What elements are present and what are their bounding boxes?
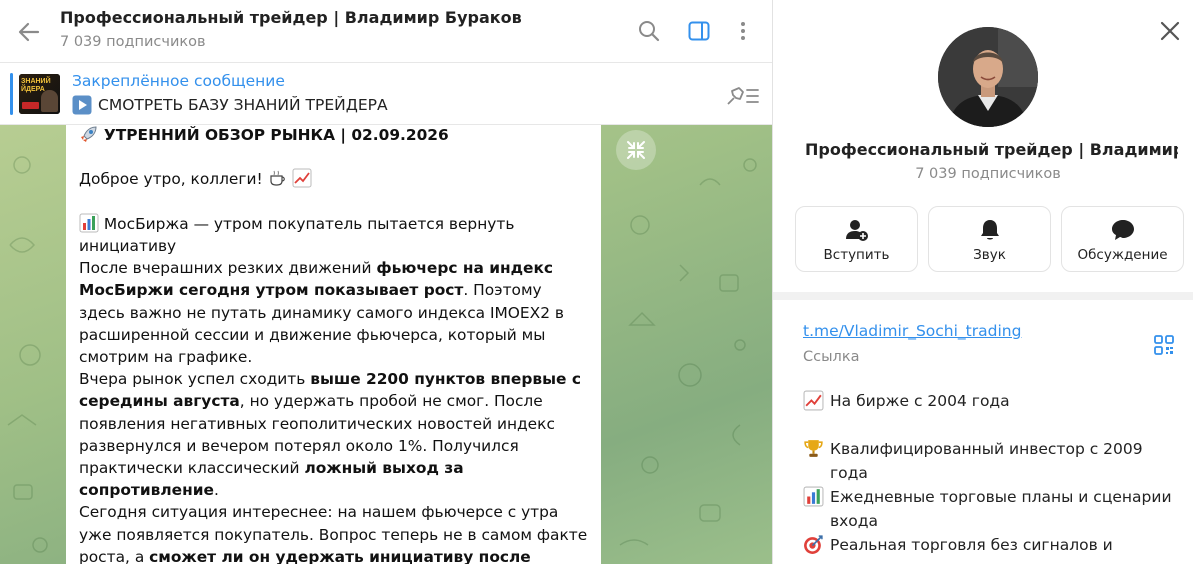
- pinned-message-bar[interactable]: ЗНАНИЙ ЙДЕРА Закреплённое сообщение СМОТ…: [0, 64, 772, 125]
- pin-indicator: [10, 73, 13, 115]
- back-button[interactable]: [14, 17, 44, 47]
- more-button[interactable]: [729, 17, 757, 45]
- desc-line-4: Реальная торговля без сигналов и угадыва…: [803, 533, 1183, 564]
- p2-a: После вчерашних резких движений: [79, 259, 377, 278]
- bar-chart-icon: [803, 486, 824, 507]
- close-button[interactable]: [1157, 18, 1183, 44]
- pinned-text-row: СМОТРЕТЬ БАЗУ ЗНАНИЙ ТРЕЙДЕРА: [72, 95, 388, 115]
- channel-link[interactable]: t.me/Vladimir_Sochi_trading: [803, 322, 1021, 340]
- qr-code-button[interactable]: [1153, 334, 1175, 356]
- search-button[interactable]: [635, 17, 663, 45]
- link-caption: Ссылка: [803, 349, 860, 365]
- desc-line-1: На бирже с 2004 года: [803, 389, 1183, 413]
- message-greeting: Доброе утро, коллеги!: [79, 170, 263, 189]
- trophy-icon: [804, 440, 823, 457]
- sound-button[interactable]: Звук: [928, 206, 1051, 272]
- chat-header: Профессиональный трейдер | Владимир Бура…: [0, 0, 772, 63]
- bell-icon: [980, 220, 999, 240]
- thumb-text-1: ЗНАНИЙ: [21, 78, 51, 85]
- p3-e: .: [213, 481, 219, 500]
- join-label: Вступить: [823, 247, 890, 263]
- avatar-photo: [938, 27, 1038, 127]
- add-user-icon: [845, 220, 868, 241]
- chat-title[interactable]: Профессиональный трейдер | Владимир Бура…: [60, 8, 522, 27]
- sound-label: Звук: [973, 247, 1006, 263]
- pinned-text: СМОТРЕТЬ БАЗУ ЗНАНИЙ ТРЕЙДЕРА: [98, 96, 388, 114]
- desc-line-3-text: Ежедневные торговые планы и сценарии вхо…: [830, 488, 1172, 530]
- message-p3: Вчера рынок успел сходить выше 2200 пунк…: [79, 368, 589, 501]
- channel-subscribers: 7 039 подписчиков: [915, 166, 1061, 182]
- desc-line-3: Ежедневные торговые планы и сценарии вхо…: [803, 485, 1183, 533]
- search-icon: [639, 21, 660, 42]
- desc-line-2-text: Квалифицированный инвестор с 2009 года: [830, 440, 1143, 482]
- close-icon: [1160, 21, 1180, 41]
- sidebar-toggle-icon: [688, 21, 710, 41]
- unpin-icon: [727, 87, 759, 105]
- rocket-icon: [81, 126, 97, 142]
- more-vert-icon: [741, 22, 745, 40]
- chart-up-icon: [803, 390, 824, 411]
- channel-info-panel: Профессиональный трейдер | Владимир Бура…: [772, 0, 1193, 564]
- message-bubble: УТРЕННИЙ ОБЗОР РЫНКА | 02.09.2026 Доброе…: [66, 125, 601, 564]
- discussion-button[interactable]: Обсуждение: [1061, 206, 1184, 272]
- back-arrow-icon: [18, 22, 40, 42]
- pinned-label: Закреплённое сообщение: [72, 72, 285, 90]
- sidebar-toggle-button[interactable]: [685, 17, 713, 45]
- bar-chart-icon: [79, 213, 99, 233]
- channel-name: Профессиональный трейдер | Владимир Бура…: [805, 140, 1178, 159]
- info-details: t.me/Vladimir_Sochi_trading Ссылка На би…: [773, 292, 1193, 564]
- chart-up-icon: [292, 168, 312, 188]
- qr-code-icon: [1154, 335, 1174, 355]
- chat-panel: Профессиональный трейдер | Владимир Бура…: [0, 0, 772, 564]
- channel-avatar[interactable]: [938, 27, 1038, 127]
- coffee-icon: [269, 171, 285, 186]
- message-p1-text: МосБиржа — утром покупатель пытается вер…: [79, 214, 515, 255]
- join-button[interactable]: Вступить: [795, 206, 918, 272]
- chat-wallpaper: УТРЕННИЙ ОБЗОР РЫНКА | 02.09.2026 Доброе…: [0, 125, 772, 564]
- unpin-button[interactable]: [724, 84, 760, 108]
- target-icon: [804, 535, 823, 554]
- collapse-icon: [627, 141, 645, 159]
- p3-a: Вчера рынок успел сходить: [79, 370, 311, 389]
- discussion-label: Обсуждение: [1077, 247, 1168, 263]
- desc-line-2: Квалифицированный инвестор с 2009 года: [803, 437, 1183, 485]
- chat-bubble-icon: [1111, 220, 1134, 240]
- info-header: Профессиональный трейдер | Владимир Бура…: [773, 0, 1193, 292]
- desc-line-4-text: Реальная торговля без сигналов и угадыва…: [830, 536, 1113, 564]
- message-title-row: УТРЕННИЙ ОБЗОР РЫНКА | 02.09.2026: [79, 125, 589, 146]
- channel-description: На бирже с 2004 года Квалифицированный и…: [803, 389, 1183, 564]
- collapse-button[interactable]: [616, 130, 656, 170]
- play-button-icon: [72, 95, 92, 115]
- message-p4: Сегодня ситуация интереснее: на нашем фь…: [79, 501, 589, 564]
- desc-line-1-text: На бирже с 2004 года: [830, 392, 1010, 410]
- message-title: УТРЕННИЙ ОБЗОР РЫНКА | 02.09.2026: [103, 126, 449, 144]
- message-p1: МосБиржа — утром покупатель пытается вер…: [79, 213, 589, 257]
- message-p2: После вчерашних резких движений фьючерс …: [79, 257, 589, 368]
- pinned-thumbnail: ЗНАНИЙ ЙДЕРА: [19, 74, 60, 114]
- message-greeting-row: Доброе утро, коллеги!: [79, 168, 589, 190]
- chat-subscribers: 7 039 подписчиков: [60, 34, 206, 50]
